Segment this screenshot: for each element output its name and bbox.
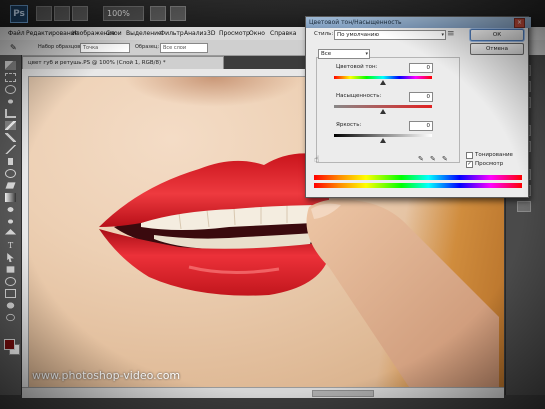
saturation-slider-thumb[interactable]	[380, 109, 386, 114]
crop-tool-icon[interactable]	[5, 109, 16, 118]
zoom-level[interactable]: 100%	[103, 6, 144, 21]
menu-analysis[interactable]: Анализ	[184, 27, 207, 40]
menu-file[interactable]: Файл	[8, 27, 25, 40]
3d-rotate-tool-icon[interactable]	[5, 277, 16, 286]
hue-saturation-dialog: Цветовой тон/Насыщенность × Стиль: По ум…	[305, 16, 531, 198]
status-bar	[22, 387, 504, 398]
photoshop-logo-icon: Ps	[10, 5, 28, 23]
sample-layers-label: Образец:	[135, 44, 160, 50]
channel-select[interactable]: Все ▾	[318, 49, 370, 59]
menu-edit[interactable]: Редактирование	[26, 27, 78, 40]
colorize-checkbox[interactable]	[466, 152, 473, 159]
shape-tool-icon[interactable]	[5, 265, 16, 274]
tools-panel: T	[0, 55, 22, 395]
document-tab[interactable]: цвет губ и ретушь.PS @ 100% (Слой 1, RGB…	[22, 56, 224, 70]
source-color-bar	[314, 175, 522, 180]
style-label: Стиль:	[314, 31, 334, 37]
menu-select[interactable]: Выделение	[126, 27, 162, 40]
targeted-adjustment-icon[interactable]: ☝	[314, 155, 319, 165]
move-tool-icon[interactable]	[5, 61, 16, 70]
eyedropper-tool-icon[interactable]	[5, 121, 16, 130]
marquee-tool-icon[interactable]	[5, 73, 16, 82]
eraser-tool-icon[interactable]	[5, 181, 16, 190]
hand-tool-icon[interactable]	[5, 301, 16, 310]
vertical-ruler	[22, 76, 29, 394]
minibridge-button[interactable]	[54, 6, 70, 21]
preview-label: Просмотр	[475, 161, 504, 167]
menu-help[interactable]: Справка	[270, 27, 296, 40]
saturation-field[interactable]: 0	[409, 92, 433, 102]
style-select-value: По умолчанию	[337, 32, 379, 38]
lasso-tool-icon[interactable]	[5, 85, 16, 94]
style-select[interactable]: По умолчанию ▾	[334, 30, 446, 40]
cancel-button[interactable]: Отмена	[470, 43, 524, 55]
saturation-slider-track[interactable]	[334, 105, 432, 108]
eyedropper-icon[interactable]: ✎	[418, 155, 424, 163]
clone-stamp-tool-icon[interactable]	[5, 157, 16, 166]
saturation-label: Насыщенность:	[336, 93, 382, 99]
eyedropper-icon[interactable]: ✎	[10, 40, 17, 55]
eyedropper-plus-icon[interactable]: ✎	[430, 155, 436, 163]
hand-tool-button[interactable]	[150, 6, 166, 21]
watermark-text: www.photoshop-video.com	[32, 369, 181, 382]
lightness-field[interactable]: 0	[409, 121, 433, 131]
photoshop-window: Ps 100% Файл Редактирование Изображение …	[0, 0, 545, 409]
menu-layers[interactable]: Слои	[106, 27, 122, 40]
channel-select-value: Все	[321, 51, 332, 57]
quick-selection-tool-icon[interactable]	[5, 97, 16, 106]
colorize-label: Тонирование	[475, 152, 513, 158]
healing-brush-tool-icon[interactable]	[5, 133, 16, 142]
menu-view[interactable]: Просмотр	[219, 27, 250, 40]
zoom-tool-icon[interactable]	[5, 313, 16, 322]
hue-field[interactable]: 0	[409, 63, 433, 73]
hue-slider-track[interactable]	[334, 76, 432, 79]
blur-tool-icon[interactable]	[5, 205, 16, 214]
panel-paths-icon[interactable]	[517, 201, 531, 212]
dialog-title: Цветовой тон/Насыщенность	[306, 17, 531, 28]
hue-label: Цветовой тон:	[336, 64, 378, 70]
preview-checkbox[interactable]: ✓	[466, 161, 473, 168]
menu-filter[interactable]: Фильтр	[160, 27, 184, 40]
foreground-color-swatch[interactable]	[4, 339, 15, 350]
lightness-slider-track[interactable]	[334, 134, 432, 137]
eyedropper-minus-icon[interactable]: ✎	[442, 155, 448, 163]
chevron-down-icon: ▾	[365, 51, 368, 57]
dodge-tool-icon[interactable]	[5, 217, 16, 226]
3d-orbit-tool-icon[interactable]	[5, 289, 16, 298]
hue-slider-thumb[interactable]	[380, 80, 386, 85]
adjustment-group	[316, 57, 460, 163]
history-brush-tool-icon[interactable]	[5, 169, 16, 178]
arrange-documents-button[interactable]	[170, 6, 186, 21]
bridge-button[interactable]	[36, 6, 52, 21]
ok-button[interactable]: ОК	[470, 29, 524, 41]
result-color-bar	[314, 183, 522, 188]
brush-tool-icon[interactable]	[5, 145, 16, 154]
view-extras-button[interactable]	[72, 6, 88, 21]
lightness-slider-thumb[interactable]	[380, 138, 386, 143]
gradient-tool-icon[interactable]	[5, 193, 16, 202]
preset-options-icon[interactable]: ≡	[447, 29, 455, 39]
sample-size-select[interactable]: Точка	[80, 43, 130, 53]
menu-window[interactable]: Окно	[249, 27, 265, 40]
horizontal-scrollbar[interactable]	[312, 390, 374, 397]
menu-3d[interactable]: 3D	[207, 27, 215, 40]
sample-size-label: Набор образцов:	[38, 44, 82, 50]
sample-layers-select[interactable]: Все слои	[160, 43, 208, 53]
type-tool-icon[interactable]: T	[5, 241, 16, 250]
pen-tool-icon[interactable]	[5, 229, 16, 238]
close-icon[interactable]: ×	[514, 18, 525, 28]
chevron-down-icon: ▾	[441, 32, 444, 38]
lightness-label: Яркость:	[336, 122, 362, 128]
path-selection-tool-icon[interactable]	[5, 253, 16, 262]
